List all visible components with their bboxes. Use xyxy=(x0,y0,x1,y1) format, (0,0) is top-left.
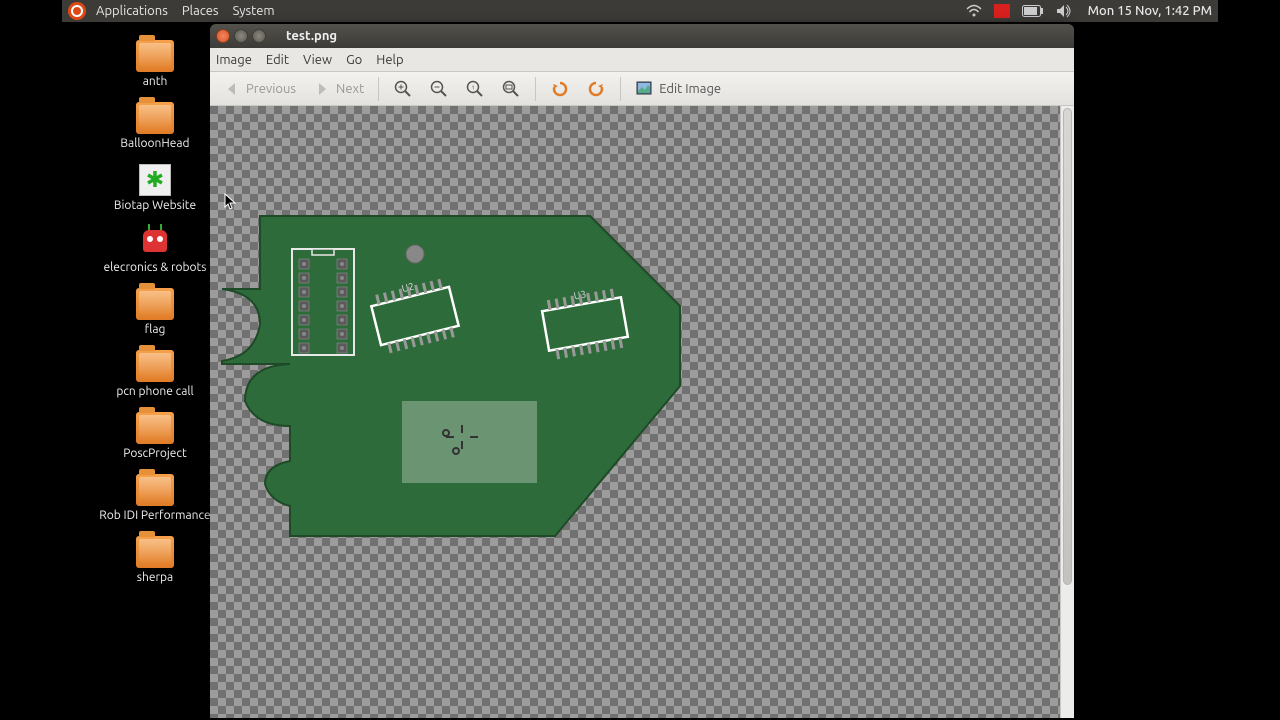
window-title: test.png xyxy=(286,29,337,43)
folder-icon xyxy=(136,350,174,382)
toolbar: Previous Next 1 xyxy=(210,72,1074,106)
edit-image-button[interactable]: Edit Image xyxy=(629,76,727,102)
rotate-right-button[interactable] xyxy=(580,76,612,102)
rotate-ccw-icon xyxy=(550,79,570,99)
previous-button[interactable]: Previous xyxy=(216,76,302,102)
menu-system[interactable]: System xyxy=(233,4,275,18)
desktop-icon-label: BalloonHead xyxy=(120,137,189,150)
folder-icon xyxy=(136,536,174,568)
indicator-red-icon[interactable] xyxy=(994,4,1010,18)
desktop-icon-pcn[interactable]: pcn phone call xyxy=(90,350,220,398)
desktop-icon-label: pcn phone call xyxy=(116,385,193,398)
image-viewer-window: test.png Image Edit View Go Help Previou… xyxy=(210,24,1074,718)
menu-places[interactable]: Places xyxy=(182,4,219,18)
vertical-scrollbar[interactable] xyxy=(1060,106,1074,718)
mouse-cursor-icon xyxy=(224,193,236,211)
window-close-button[interactable] xyxy=(216,29,230,43)
desktop-icons: anth BalloonHead ✱ Biotap Website elecro… xyxy=(90,40,220,584)
edit-image-icon xyxy=(635,79,655,99)
desktop-icon-label: Biotap Website xyxy=(114,199,196,212)
battery-icon[interactable] xyxy=(1022,5,1044,17)
edit-image-label: Edit Image xyxy=(659,82,721,96)
robot-icon xyxy=(137,226,173,258)
previous-label: Previous xyxy=(246,82,296,96)
desktop-icon-flag[interactable]: flag xyxy=(90,288,220,336)
folder-icon xyxy=(136,40,174,72)
desktop-icon-label: Rob IDI Performance xyxy=(99,509,210,522)
folder-icon xyxy=(136,288,174,320)
desktop-icon-label: sherpa xyxy=(137,571,173,584)
zoom-in-button[interactable] xyxy=(387,76,419,102)
arrow-right-icon xyxy=(312,79,332,99)
image-canvas[interactable]: U2 U3 xyxy=(210,106,1074,718)
zoom-fit-icon xyxy=(501,79,521,99)
desktop-icon-biotap[interactable]: ✱ Biotap Website xyxy=(90,164,220,212)
zoom-fit-button[interactable] xyxy=(495,76,527,102)
desktop-icon-poscproject[interactable]: PoscProject xyxy=(90,412,220,460)
zoom-out-button[interactable] xyxy=(423,76,455,102)
clock[interactable]: Mon 15 Nov, 1:42 PM xyxy=(1088,4,1212,18)
zoom-out-icon xyxy=(429,79,449,99)
folder-icon xyxy=(136,474,174,506)
desktop-icon-electronics[interactable]: elecronics & robots xyxy=(90,226,220,274)
svg-text:1: 1 xyxy=(471,84,474,91)
titlebar[interactable]: test.png xyxy=(210,24,1074,48)
menu-image[interactable]: Image xyxy=(216,53,252,67)
arrow-left-icon xyxy=(222,79,242,99)
desktop-icon-label: PoscProject xyxy=(123,447,186,460)
desktop-icon-robidi[interactable]: Rob IDI Performance xyxy=(90,474,220,522)
menu-view[interactable]: View xyxy=(303,53,332,67)
transparency-checker xyxy=(210,106,1060,718)
next-label: Next xyxy=(336,82,364,96)
desktop-icon-sherpa[interactable]: sherpa xyxy=(90,536,220,584)
ubuntu-logo-icon[interactable] xyxy=(68,2,86,20)
zoom-actual-button[interactable]: 1 xyxy=(459,76,491,102)
rotate-cw-icon xyxy=(586,79,606,99)
volume-icon[interactable] xyxy=(1056,4,1072,18)
desktop-icon-label: elecronics & robots xyxy=(104,261,207,274)
zoom-100-icon: 1 xyxy=(465,79,485,99)
top-panel: Applications Places System Mon 15 Nov, 1… xyxy=(62,0,1218,22)
launcher-icon: ✱ xyxy=(139,164,171,196)
menu-edit[interactable]: Edit xyxy=(266,53,289,67)
desktop-icon-anth[interactable]: anth xyxy=(90,40,220,88)
zoom-in-icon xyxy=(393,79,413,99)
desktop-icon-balloonhead[interactable]: BalloonHead xyxy=(90,102,220,150)
wifi-icon[interactable] xyxy=(966,4,982,18)
desktop-icon-label: anth xyxy=(143,75,168,88)
rotate-left-button[interactable] xyxy=(544,76,576,102)
menubar: Image Edit View Go Help xyxy=(210,48,1074,72)
folder-icon xyxy=(136,102,174,134)
window-maximize-button[interactable] xyxy=(252,29,266,43)
scrollbar-thumb[interactable] xyxy=(1063,108,1072,585)
folder-icon xyxy=(136,412,174,444)
menu-help[interactable]: Help xyxy=(376,53,403,67)
window-minimize-button[interactable] xyxy=(234,29,248,43)
next-button[interactable]: Next xyxy=(306,76,370,102)
desktop-icon-label: flag xyxy=(145,323,166,336)
menu-applications[interactable]: Applications xyxy=(96,4,168,18)
menu-go[interactable]: Go xyxy=(346,53,362,67)
